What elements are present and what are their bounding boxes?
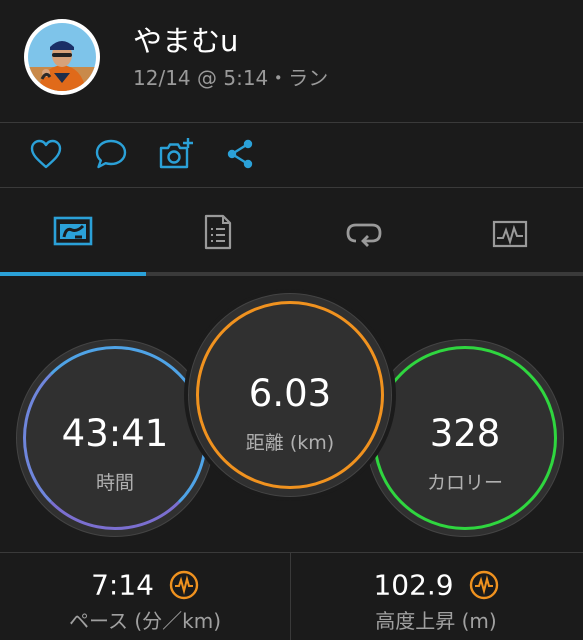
activity-header: やまむu 12/14 @ 5:14・ラン — [0, 0, 583, 122]
calories-value: 328 — [429, 412, 501, 455]
time-value: 43:41 — [61, 412, 169, 455]
elevation-value: 102.9 — [373, 568, 454, 602]
pace-label: ペース (分／km) — [68, 609, 222, 633]
time-metric: 43:41 時間 — [17, 340, 213, 536]
tab-summary[interactable] — [0, 188, 145, 276]
elevation-label: 高度上昇 (m) — [375, 609, 497, 633]
pace-stat[interactable]: 7:14 ペース (分／km) — [0, 553, 290, 640]
distance-value: 6.03 — [248, 372, 332, 415]
action-bar — [0, 123, 583, 187]
share-icon — [227, 139, 253, 169]
pace-value: 7:14 — [91, 568, 154, 602]
tab-indicator — [0, 272, 146, 276]
camera-plus-icon — [159, 138, 193, 169]
elevation-stat[interactable]: 102.9 高度上昇 (m) — [291, 553, 581, 640]
time-label: 時間 — [95, 472, 134, 494]
calories-label: カロリー — [426, 472, 503, 494]
heart-icon — [30, 139, 62, 169]
avatar[interactable] — [24, 19, 100, 95]
comment-button[interactable] — [93, 136, 129, 172]
tab-bar — [0, 188, 583, 276]
tab-laps[interactable] — [291, 188, 436, 276]
stats-row: 7:14 ペース (分／km) 102.9 高度上昇 (m) — [0, 553, 583, 640]
chart-icon — [492, 220, 527, 248]
add-photo-button[interactable] — [158, 136, 194, 172]
activity-date-type: 12/14 @ 5:14・ラン — [133, 66, 329, 90]
loop-icon — [346, 223, 381, 247]
stats-icon — [53, 216, 92, 246]
comment-icon — [95, 139, 127, 169]
distance-metric: 6.03 距離 (km) — [189, 294, 391, 496]
tab-charts[interactable] — [437, 188, 582, 276]
username[interactable]: やまむu — [133, 18, 238, 60]
pace-chart-badge-icon — [169, 570, 199, 600]
share-button[interactable] — [222, 136, 258, 172]
calories-metric: 328 カロリー — [367, 340, 563, 536]
like-button[interactable] — [28, 136, 64, 172]
distance-label: 距離 (km) — [245, 432, 335, 454]
document-icon — [204, 214, 231, 250]
avatar-photo — [28, 23, 96, 91]
elevation-chart-badge-icon — [469, 570, 498, 600]
tab-details[interactable] — [145, 188, 290, 276]
